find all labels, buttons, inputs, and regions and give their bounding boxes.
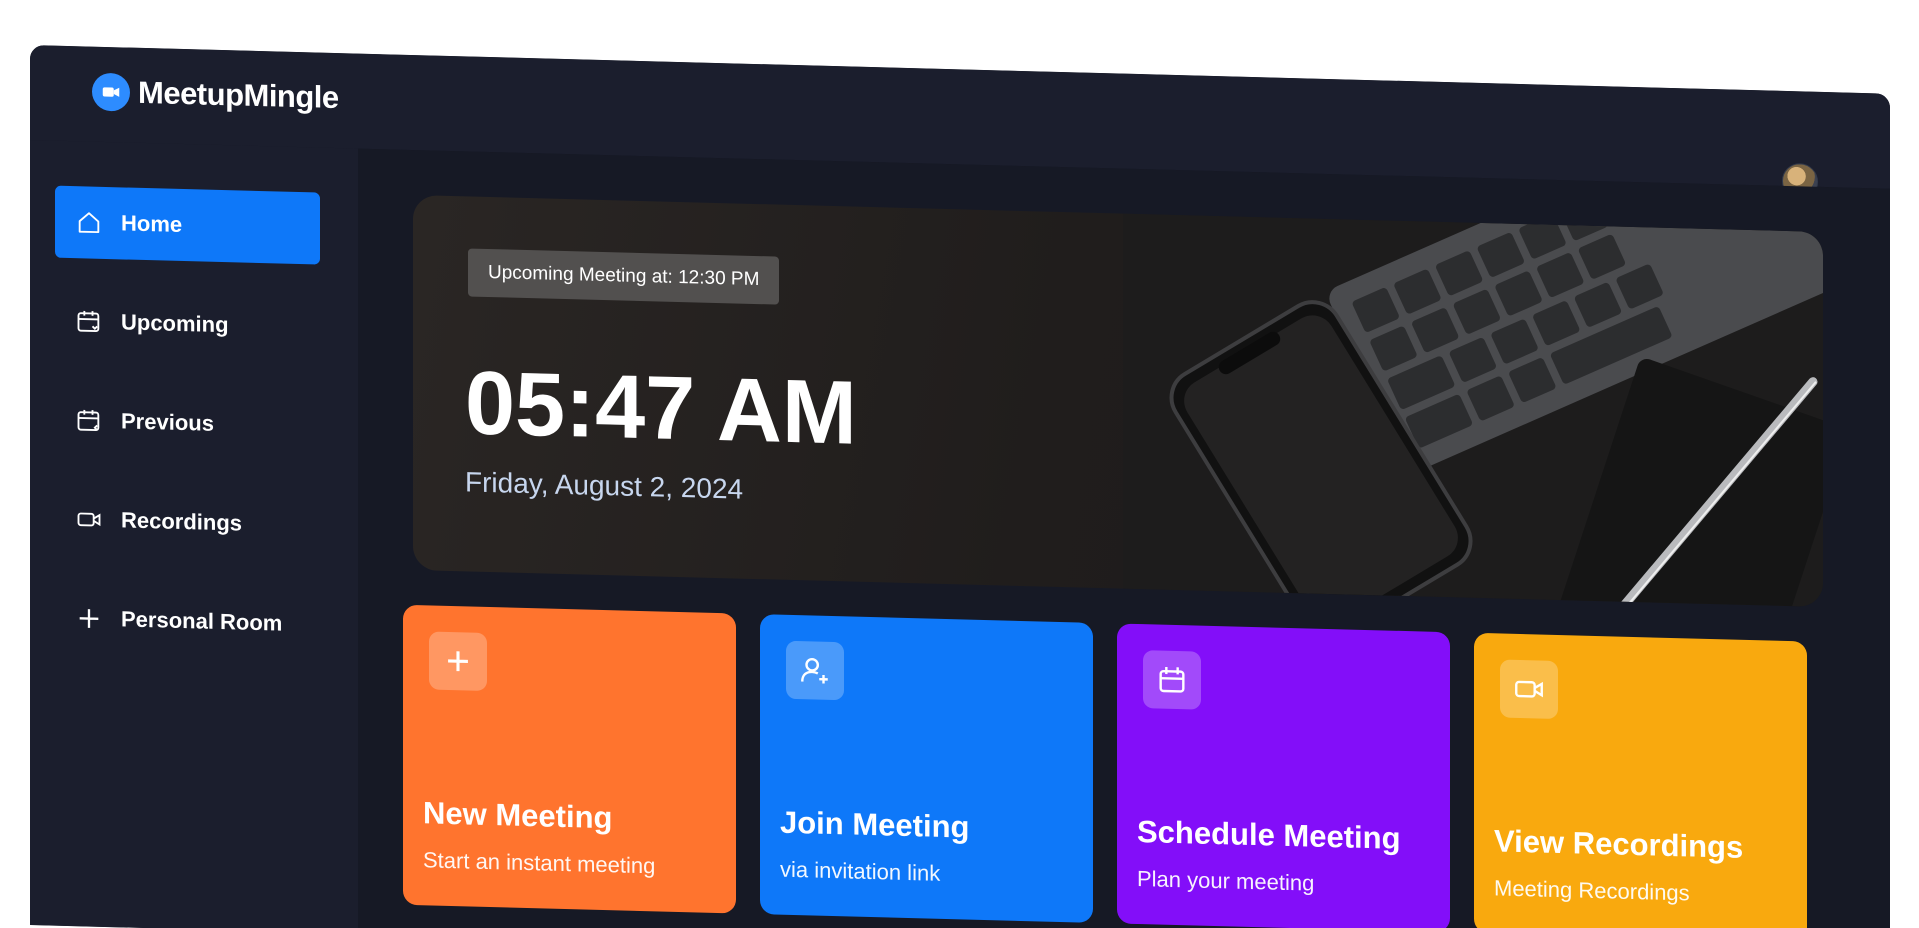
card-title: View Recordings bbox=[1494, 823, 1744, 865]
main-content: Upcoming Meeting at: 12:30 PM 05:47 AM F… bbox=[358, 148, 1890, 928]
card-subtitle: Start an instant meeting bbox=[423, 847, 656, 879]
logo-icon bbox=[92, 72, 130, 112]
card-subtitle: Plan your meeting bbox=[1137, 865, 1315, 896]
card-title: New Meeting bbox=[423, 795, 613, 836]
sidebar-item-recordings[interactable]: Recordings bbox=[55, 483, 320, 562]
hero-banner: Upcoming Meeting at: 12:30 PM 05:47 AM F… bbox=[413, 195, 1823, 607]
sidebar-item-previous[interactable]: Previous bbox=[55, 384, 320, 463]
join-meeting-card[interactable]: Join Meeting via invitation link bbox=[760, 614, 1093, 923]
video-icon bbox=[1500, 659, 1558, 720]
sidebar-item-personal-room[interactable]: Personal Room bbox=[55, 582, 320, 661]
card-subtitle: Meeting Recordings bbox=[1494, 875, 1690, 906]
add-user-icon bbox=[786, 640, 844, 701]
card-title: Join Meeting bbox=[780, 804, 970, 845]
sidebar-item-label: Upcoming bbox=[121, 309, 229, 338]
current-time: 05:47 AM bbox=[465, 353, 857, 464]
sidebar-item-label: Personal Room bbox=[121, 606, 283, 636]
calendar-icon bbox=[1143, 650, 1201, 710]
hero-desk-image bbox=[1123, 213, 1823, 607]
video-icon bbox=[77, 512, 101, 527]
card-subtitle: via invitation link bbox=[780, 856, 941, 886]
plus-icon bbox=[429, 631, 487, 691]
sidebar-item-label: Recordings bbox=[121, 507, 243, 536]
app-window: MeetupMingle Home Upcoming Previous Reco… bbox=[30, 45, 1890, 928]
sidebar-item-label: Previous bbox=[121, 408, 214, 436]
sidebar: Home Upcoming Previous Recordings Person… bbox=[30, 140, 358, 928]
calendar-back-icon bbox=[77, 409, 100, 431]
stage: MeetupMingle Home Upcoming Previous Reco… bbox=[0, 0, 1919, 928]
calendar-forward-icon bbox=[77, 310, 100, 332]
view-recordings-card[interactable]: View Recordings Meeting Recordings bbox=[1474, 632, 1807, 928]
app-name: MeetupMingle bbox=[138, 74, 339, 116]
home-icon bbox=[78, 212, 100, 234]
new-meeting-card[interactable]: New Meeting Start an instant meeting bbox=[403, 604, 736, 914]
plus-icon bbox=[79, 609, 99, 628]
action-cards: New Meeting Start an instant meeting Joi… bbox=[403, 604, 1823, 928]
card-title: Schedule Meeting bbox=[1137, 813, 1401, 856]
current-date: Friday, August 2, 2024 bbox=[465, 466, 744, 505]
schedule-meeting-card[interactable]: Schedule Meeting Plan your meeting bbox=[1117, 623, 1450, 928]
sidebar-item-upcoming[interactable]: Upcoming bbox=[55, 285, 320, 364]
upcoming-meeting-badge: Upcoming Meeting at: 12:30 PM bbox=[468, 248, 780, 305]
sidebar-item-home[interactable]: Home bbox=[55, 185, 320, 265]
sidebar-item-label: Home bbox=[121, 210, 183, 237]
app-logo[interactable]: MeetupMingle bbox=[92, 72, 339, 117]
